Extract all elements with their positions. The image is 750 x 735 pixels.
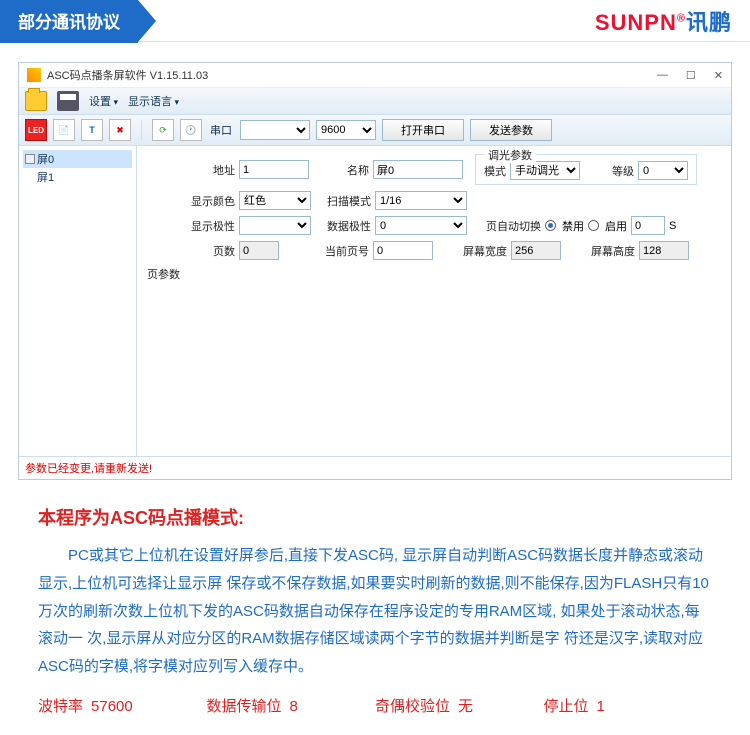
text-icon[interactable]: T [81,119,103,141]
mode-select[interactable]: 手动调光 [510,161,580,180]
height-input [639,241,689,260]
scan-label: 扫描模式 [315,193,371,209]
menubar: 设置 显示语言 [19,88,731,115]
spec-parity: 奇偶校验位无 [375,695,544,716]
width-input [511,241,561,260]
data-polarity-label: 数据极性 [315,218,371,234]
article: 本程序为ASC码点播模式: PC或其它上位机在设置好屏参后,直接下发ASC码, … [0,480,750,734]
mode-label: 模式 [484,163,506,179]
open-icon[interactable] [25,91,47,111]
auto-off-radio[interactable]: 禁用 [545,218,584,234]
spec-stop: 停止位1 [544,695,713,716]
cur-page-input[interactable] [373,241,433,260]
dim-group: 调光参数 模式 手动调光 等级 0 [475,154,697,185]
name-label: 名称 [313,162,369,178]
level-label: 等级 [584,163,634,179]
spec-row: 波特率57600 数据传输位8 奇偶校验位无 停止位1 [38,695,712,716]
header-chevron-icon [138,0,156,42]
save-icon[interactable] [57,91,79,111]
titlebar: ASC码点播条屏软件 V1.15.11.03 — ☐ ✕ [19,63,731,88]
clock-icon[interactable]: 🕐 [180,119,202,141]
article-body: PC或其它上位机在设置好屏参后,直接下发ASC码, 显示屏自动判断ASC码数据长… [38,542,712,681]
toolbar: LED 📄 T ✖ ⟳ 🕐 串口 9600 打开串口 发送参数 [19,115,731,146]
radio-icon [545,220,556,231]
level-select[interactable]: 0 [638,161,688,180]
brand-logo: SUNPN®讯鹏 [595,5,732,37]
page-params-label: 页参数 [147,266,721,282]
height-label: 屏幕高度 [565,243,635,259]
seconds-input[interactable] [631,216,665,235]
separator [141,120,142,140]
spec-data: 数据传输位8 [207,695,376,716]
menu-settings[interactable]: 设置 [89,93,118,109]
tree-panel: 屏0 屏1 [19,146,137,456]
open-port-button[interactable]: 打开串口 [382,119,464,141]
port-label: 串口 [210,122,232,138]
baud-select[interactable]: 9600 [316,120,376,140]
tree-root[interactable]: 屏0 [23,150,132,168]
article-title: 本程序为ASC码点播模式: [38,504,712,530]
form-area: 地址 名称 调光参数 模式 手动调光 等级 0 显示颜色 红色 扫描模式 [137,146,731,456]
app-window: ASC码点播条屏软件 V1.15.11.03 — ☐ ✕ 设置 显示语言 LED… [18,62,732,480]
seconds-unit: S [669,220,676,232]
led-icon[interactable]: LED [25,119,47,141]
close-button[interactable]: ✕ [714,69,723,82]
refresh-icon[interactable]: ⟳ [152,119,174,141]
spec-baud: 波特率57600 [38,695,207,716]
minimize-button[interactable]: — [657,69,668,82]
radio-icon [588,220,599,231]
pages-input [239,241,279,260]
addr-label: 地址 [147,162,235,178]
auto-switch-label: 页自动切换 [471,218,541,234]
workspace: 屏0 屏1 地址 名称 调光参数 模式 手动调光 等级 0 [19,146,731,456]
name-input[interactable] [373,160,463,179]
cur-page-label: 当前页号 [283,243,369,259]
addr-input[interactable] [239,160,309,179]
polarity-select[interactable] [239,216,311,235]
page-header: 部分通讯协议 SUNPN®讯鹏 [0,0,750,42]
header-tab: 部分通讯协议 [0,0,138,43]
window-title: ASC码点播条屏软件 V1.15.11.03 [47,67,208,83]
doc-icon[interactable]: 📄 [53,119,75,141]
port-select[interactable] [240,120,310,140]
app-icon [27,68,41,82]
maximize-button[interactable]: ☐ [686,69,696,82]
color-label: 显示颜色 [147,193,235,209]
menu-language[interactable]: 显示语言 [128,93,179,109]
data-polarity-select[interactable]: 0 [375,216,467,235]
status-bar: 参数已经变更,请重新发送! [19,456,731,479]
delete-icon[interactable]: ✖ [109,119,131,141]
polarity-label: 显示极性 [147,218,235,234]
color-select[interactable]: 红色 [239,191,311,210]
screen-icon [25,154,35,164]
send-params-button[interactable]: 发送参数 [470,119,552,141]
auto-on-radio[interactable]: 启用 [588,218,627,234]
tree-child[interactable]: 屏1 [23,168,132,186]
pages-label: 页数 [147,243,235,259]
scan-select[interactable]: 1/16 [375,191,467,210]
width-label: 屏幕宽度 [437,243,507,259]
